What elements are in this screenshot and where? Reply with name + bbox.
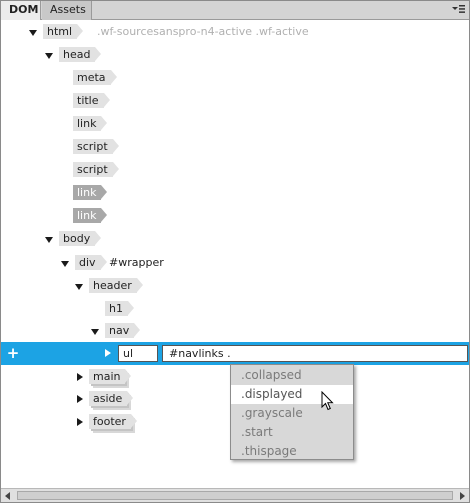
tag-div[interactable]: div (75, 255, 107, 270)
tree-row-body[interactable]: body (1, 229, 469, 249)
scrollbar-thumb[interactable] (17, 491, 453, 500)
mouse-pointer-icon (321, 390, 335, 411)
collapse-triangle-icon[interactable] (45, 237, 53, 243)
suggestion-item[interactable]: .collapsed (231, 366, 353, 385)
tree-row-html[interactable]: html .wf-sourcesanspro-n4-active .wf-act… (1, 22, 469, 42)
tag-meta[interactable]: meta (73, 70, 117, 85)
horizontal-scrollbar[interactable] (1, 488, 469, 502)
tree-row-title[interactable]: title (1, 91, 469, 111)
expand-triangle-icon[interactable] (77, 395, 83, 403)
suggestion-item[interactable]: .start (231, 423, 353, 442)
tag-script[interactable]: script (73, 162, 119, 177)
selector-input[interactable]: #navlinks . (162, 345, 468, 362)
tag-footer[interactable]: footer (89, 414, 137, 429)
suggestion-item[interactable]: .thispage (231, 442, 353, 461)
collapse-triangle-icon[interactable] (45, 53, 53, 59)
tag-aside[interactable]: aside (89, 391, 134, 406)
scroll-left-button[interactable] (1, 489, 15, 502)
tag-nav[interactable]: nav (105, 323, 141, 338)
tree-row-h1[interactable]: h1 (1, 299, 469, 319)
tag-body[interactable]: body (59, 231, 102, 246)
collapse-triangle-icon[interactable] (75, 284, 83, 290)
tab-dom[interactable]: DOM (1, 1, 41, 20)
arrow-left-icon (5, 492, 10, 500)
collapse-triangle-icon[interactable] (61, 261, 69, 267)
tag-h1[interactable]: h1 (105, 301, 134, 316)
tag-script[interactable]: script (73, 139, 119, 154)
tag-html[interactable]: html (43, 24, 84, 39)
collapse-triangle-icon[interactable] (29, 30, 37, 36)
tree-row-link-dim[interactable]: link (1, 206, 469, 226)
tab-assets[interactable]: Assets (42, 1, 92, 20)
tag-main[interactable]: main (89, 369, 133, 384)
selected-row-ul[interactable]: + ul #navlinks . (1, 342, 469, 365)
class-suggestions-dropdown: .collapsed .displayed .grayscale .start … (230, 364, 354, 460)
tree-row-script[interactable]: script (1, 137, 469, 157)
collapse-triangle-icon[interactable] (91, 329, 99, 335)
arrow-right-icon (460, 492, 465, 500)
tag-name-input[interactable]: ul (118, 345, 158, 362)
tag-link[interactable]: link (73, 185, 109, 200)
expand-triangle-icon[interactable] (105, 349, 111, 357)
expand-triangle-icon[interactable] (77, 418, 83, 426)
plus-icon[interactable]: + (5, 344, 21, 362)
html-classes: .wf-sourcesanspro-n4-active .wf-active (97, 25, 309, 38)
tab-bar: DOM Assets (1, 1, 469, 20)
tree-row-div[interactable]: div #wrapper (1, 253, 469, 273)
tag-header[interactable]: header (89, 278, 143, 293)
panel-menu-icon[interactable] (451, 4, 465, 16)
tree-row-header[interactable]: header (1, 276, 469, 296)
tree-row-link-dim[interactable]: link (1, 183, 469, 203)
tree-row-link[interactable]: link (1, 114, 469, 134)
tag-head[interactable]: head (59, 47, 103, 62)
tree-row-script[interactable]: script (1, 160, 469, 180)
scroll-right-button[interactable] (455, 489, 469, 502)
tree-row-meta[interactable]: meta (1, 68, 469, 88)
tree-row-head[interactable]: head (1, 45, 469, 65)
dom-panel: DOM Assets html .wf-sourcesanspro-n4-act… (0, 0, 470, 503)
div-id: #wrapper (109, 256, 164, 269)
tag-title[interactable]: title (73, 93, 109, 108)
expand-triangle-icon[interactable] (77, 373, 83, 381)
tag-link[interactable]: link (73, 116, 109, 131)
tag-link[interactable]: link (73, 208, 109, 223)
tree-row-nav[interactable]: nav (1, 321, 469, 341)
